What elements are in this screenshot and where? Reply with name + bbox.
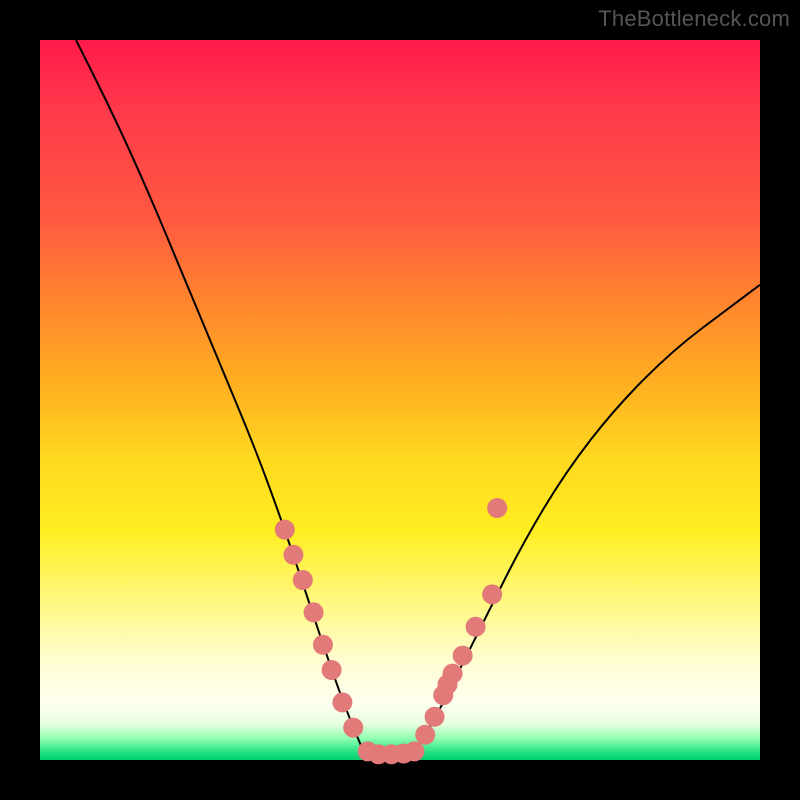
curve-layer bbox=[76, 40, 760, 756]
data-point-icon bbox=[425, 707, 445, 727]
data-point-icon bbox=[443, 664, 463, 684]
data-point-icon bbox=[404, 741, 424, 761]
watermark-text: TheBottleneck.com bbox=[598, 6, 790, 32]
data-point-icon bbox=[487, 498, 507, 518]
data-point-icon bbox=[293, 570, 313, 590]
curve-right bbox=[414, 285, 760, 753]
data-point-icon bbox=[283, 545, 303, 565]
outer-frame: TheBottleneck.com bbox=[0, 0, 800, 800]
data-point-icon bbox=[415, 725, 435, 745]
data-point-icon bbox=[322, 660, 342, 680]
data-point-icon bbox=[304, 602, 324, 622]
data-point-icon bbox=[313, 635, 333, 655]
data-point-icon bbox=[466, 617, 486, 637]
data-point-icon bbox=[343, 718, 363, 738]
chart-svg bbox=[40, 40, 760, 760]
plot-area bbox=[40, 40, 760, 760]
data-point-icon bbox=[453, 646, 473, 666]
marker-layer bbox=[275, 498, 507, 764]
data-point-icon bbox=[332, 692, 352, 712]
data-point-icon bbox=[275, 520, 295, 540]
data-point-icon bbox=[482, 584, 502, 604]
